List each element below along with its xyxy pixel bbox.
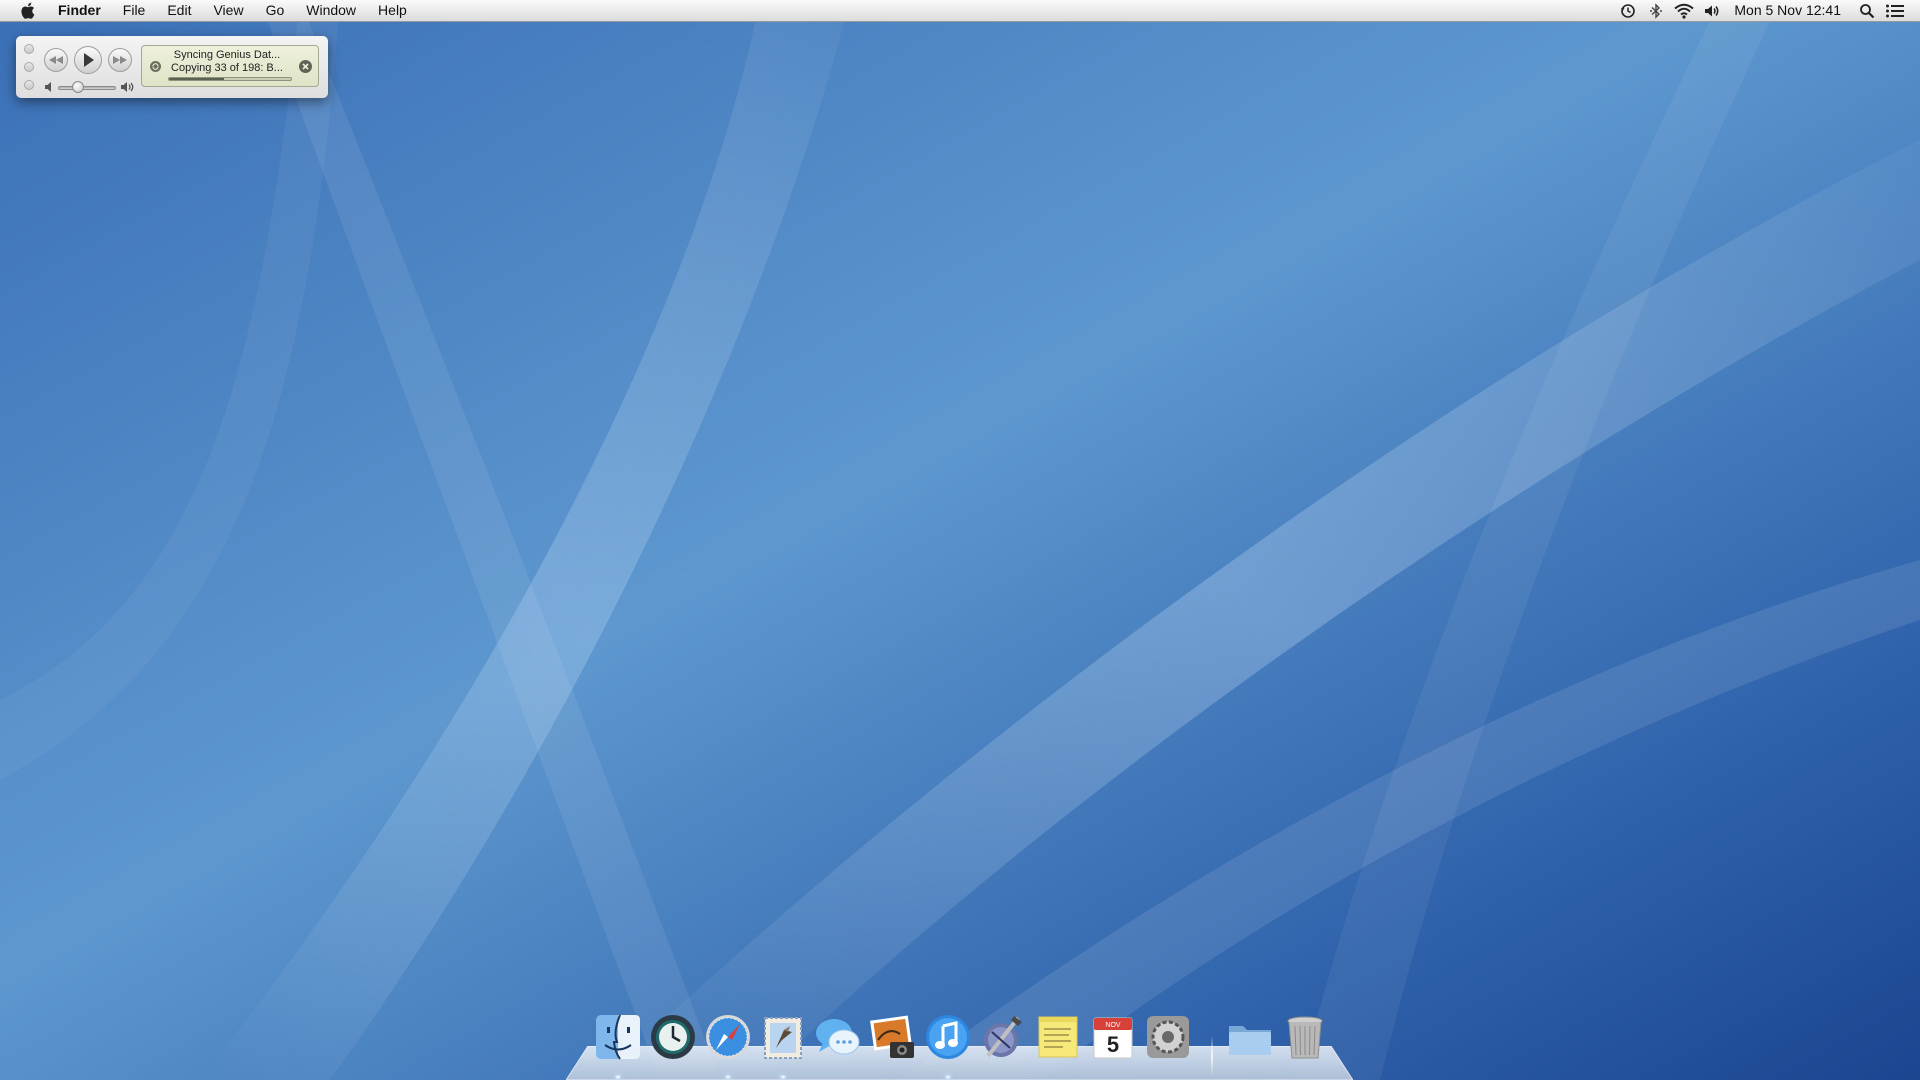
calendar-month: NOV <box>1105 1022 1121 1029</box>
play-icon <box>84 53 94 67</box>
system-preferences-icon[interactable] <box>1143 1012 1193 1062</box>
next-track-button[interactable] <box>108 48 132 72</box>
itunes-mini-player[interactable]: Syncing Genius Dat... Copying 33 of 198:… <box>16 36 328 98</box>
apple-icon[interactable] <box>16 0 38 21</box>
safari-icon[interactable] <box>703 1012 753 1062</box>
desktop-wallpaper <box>0 0 1920 1080</box>
menu-bar: Finder File Edit View Go Window Help Mon… <box>0 0 1920 22</box>
close-window-button[interactable] <box>24 44 34 54</box>
dock-separator <box>1211 1036 1213 1076</box>
finder-icon[interactable] <box>593 1012 643 1062</box>
notification-center-icon[interactable] <box>1884 0 1906 21</box>
trash-icon[interactable] <box>1280 1012 1330 1062</box>
xcode-icon[interactable] <box>978 1012 1028 1062</box>
volume-slider-knob[interactable] <box>71 81 84 93</box>
folder-icon[interactable] <box>1225 1012 1275 1062</box>
safari-running-indicator <box>725 1075 731 1079</box>
messages-icon[interactable] <box>813 1012 863 1062</box>
status-display: Syncing Genius Dat... Copying 33 of 198:… <box>141 45 319 87</box>
volume-slider[interactable] <box>58 86 116 90</box>
mail-icon[interactable] <box>758 1012 808 1062</box>
time-machine-icon[interactable] <box>648 1012 698 1062</box>
sync-status-detail: Copying 33 of 198: B... <box>171 62 283 74</box>
previous-track-button[interactable] <box>44 48 68 72</box>
cancel-sync-icon[interactable] <box>299 60 312 73</box>
minimize-window-button[interactable] <box>24 62 34 72</box>
stickies-icon[interactable] <box>1033 1012 1083 1062</box>
play-button[interactable] <box>74 46 102 74</box>
volume-high-icon <box>121 82 134 92</box>
wifi-icon[interactable] <box>1673 0 1695 21</box>
menu-edit[interactable]: Edit <box>156 0 202 21</box>
iphoto-icon[interactable] <box>868 1012 918 1062</box>
sync-status-title: Syncing Genius Dat... <box>173 49 281 61</box>
menu-window[interactable]: Window <box>295 0 367 21</box>
itunes-icon[interactable] <box>923 1012 973 1062</box>
calendar-icon[interactable]: NOV 5 <box>1088 1012 1138 1062</box>
mail-running-indicator <box>780 1075 786 1079</box>
bluetooth-icon[interactable] <box>1645 0 1667 21</box>
volume-icon[interactable] <box>1701 0 1723 21</box>
sync-progress-bar <box>168 77 292 81</box>
zoom-window-button[interactable] <box>24 80 34 90</box>
menu-go[interactable]: Go <box>255 0 296 21</box>
spotlight-icon[interactable] <box>1856 0 1878 21</box>
calendar-day: 5 <box>1107 1032 1119 1057</box>
menu-help[interactable]: Help <box>367 0 418 21</box>
time-machine-icon[interactable] <box>1617 0 1639 21</box>
itunes-running-indicator <box>945 1075 951 1079</box>
menu-bar-clock[interactable]: Mon 5 Nov 12:41 <box>1726 0 1853 21</box>
app-menu-finder[interactable]: Finder <box>52 0 112 21</box>
fast-forward-icon <box>113 56 127 64</box>
rewind-icon <box>49 56 63 64</box>
dock: NOV 5 <box>0 1000 1920 1080</box>
menu-view[interactable]: View <box>202 0 254 21</box>
menu-file[interactable]: File <box>112 0 157 21</box>
finder-running-indicator <box>615 1075 621 1079</box>
volume-low-icon <box>45 82 51 92</box>
